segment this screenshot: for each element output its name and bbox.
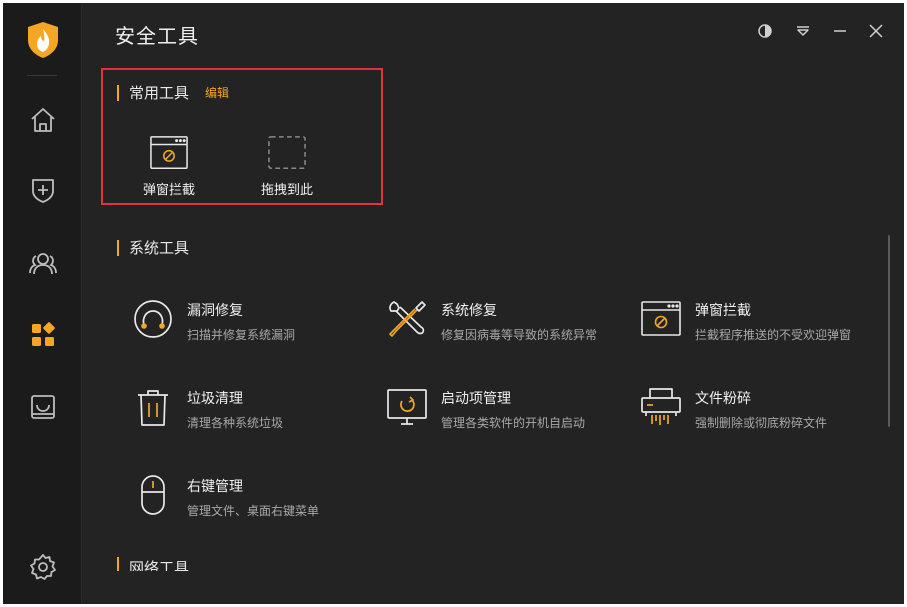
tool-popup-block[interactable]: 弹窗拦截 拦截程序推送的不受欢迎弹窗 — [639, 297, 851, 343]
minimize-button[interactable] — [830, 21, 850, 41]
mouse-icon — [141, 475, 165, 515]
tool-system-repair[interactable]: 系统修复 修复因病毒等导致的系统异常 — [385, 297, 597, 343]
logo-divider — [27, 75, 57, 76]
network-tools-title: 网络工具 — [129, 559, 190, 571]
vulnerability-fix-icon — [134, 300, 172, 338]
sidebar-item-tools[interactable] — [23, 315, 63, 355]
common-tool-popup-block[interactable]: 弹窗拦截 — [124, 133, 214, 198]
tool-junk-clean[interactable]: 垃圾清理 清理各种系统垃圾 — [131, 385, 283, 431]
tool-desc: 清理各种系统垃圾 — [187, 416, 284, 430]
sidebar-item-users[interactable] — [23, 243, 63, 283]
tool-desc: 强制删除或彻底粉碎文件 — [695, 416, 828, 430]
gear-icon — [30, 554, 56, 580]
monitor-startup-icon — [387, 389, 427, 425]
sidebar — [3, 3, 82, 604]
sidebar-item-protection[interactable] — [23, 170, 63, 210]
trash-icon — [138, 390, 168, 426]
network-tools-header: 网络工具 — [117, 557, 189, 571]
tool-desc: 修复因病毒等导致的系统异常 — [441, 328, 598, 342]
tool-desc: 拦截程序推送的不受欢迎弹窗 — [695, 328, 852, 342]
theme-icon — [758, 24, 772, 38]
main-panel: 安全工具 常用工具 编辑 弹窗拦截 拖拽到此 系统工具 漏洞修复 扫描并修复系统… — [83, 3, 904, 604]
section-marker — [117, 557, 119, 571]
users-icon — [29, 253, 57, 275]
tray-icon — [31, 395, 55, 419]
close-button[interactable] — [866, 21, 886, 41]
wrench-screwdriver-icon — [389, 301, 426, 337]
shredder-icon — [641, 388, 681, 425]
dropdown-icon — [797, 26, 809, 36]
common-tools-header: 常用工具 编辑 — [117, 82, 229, 103]
apps-icon — [32, 322, 55, 346]
tool-startup-manager[interactable]: 启动项管理 管理各类软件的开机自启动 — [385, 385, 585, 431]
tool-name: 垃圾清理 — [187, 391, 243, 407]
tool-vulnerability-fix[interactable]: 漏洞修复 扫描并修复系统漏洞 — [131, 297, 295, 343]
tool-desc: 管理各类软件的开机自启动 — [441, 416, 586, 430]
sidebar-item-home[interactable] — [23, 100, 63, 140]
tool-name: 弹窗拦截 — [695, 303, 751, 319]
tool-desc: 管理文件、桌面右键菜单 — [187, 504, 320, 518]
scrollbar[interactable] — [888, 235, 890, 427]
system-tools-title: 系统工具 — [129, 239, 190, 257]
tool-name: 系统修复 — [441, 303, 497, 319]
sidebar-item-box[interactable] — [23, 387, 63, 427]
theme-button[interactable] — [755, 21, 775, 41]
popup-block-icon — [150, 136, 188, 169]
section-marker — [117, 84, 119, 101]
tool-name: 右键管理 — [187, 479, 243, 495]
common-tool-label: 弹窗拦截 — [142, 183, 195, 198]
edit-button[interactable]: 编辑 — [205, 84, 229, 101]
section-marker — [117, 239, 119, 256]
common-tool-label: 拖拽到此 — [260, 183, 313, 198]
page-title: 安全工具 — [115, 24, 199, 48]
tool-name: 文件粉碎 — [695, 391, 751, 407]
close-icon — [869, 24, 883, 38]
common-tool-drop-slot[interactable]: 拖拽到此 — [242, 133, 332, 198]
tool-right-click-manager[interactable]: 右键管理 管理文件、桌面右键菜单 — [131, 473, 319, 519]
home-icon — [31, 108, 55, 132]
tool-name: 启动项管理 — [441, 391, 511, 407]
tool-file-shredder[interactable]: 文件粉碎 强制删除或彻底粉碎文件 — [639, 385, 827, 431]
shield-plus-icon — [32, 179, 54, 203]
common-tools-title: 常用工具 — [129, 84, 190, 102]
app-window: 安全工具 常用工具 编辑 弹窗拦截 拖拽到此 系统工具 漏洞修复 扫描并修复系统… — [3, 3, 904, 604]
tool-name: 漏洞修复 — [187, 303, 243, 319]
popup-block-icon — [641, 301, 681, 336]
drop-placeholder-icon — [268, 136, 306, 169]
system-tools-header: 系统工具 — [117, 237, 189, 258]
app-logo-icon — [26, 21, 60, 59]
dropdown-button[interactable] — [793, 21, 813, 41]
minimize-icon — [834, 30, 846, 32]
tool-desc: 扫描并修复系统漏洞 — [187, 328, 296, 342]
sidebar-item-settings[interactable] — [23, 547, 63, 587]
